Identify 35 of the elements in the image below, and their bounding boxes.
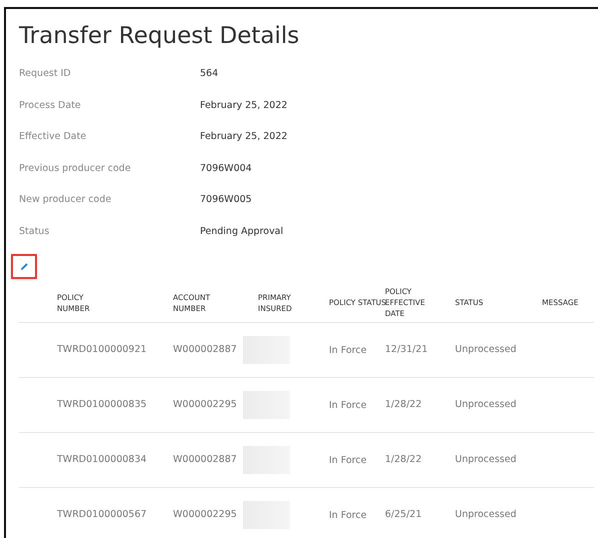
table-cell: W000002295	[173, 398, 237, 410]
detail-value: February 25, 2022	[200, 98, 288, 112]
table-cell-text: In Force	[329, 454, 368, 468]
table-cell-text: In Force	[329, 508, 368, 522]
table-cell: 1/28/22	[385, 398, 422, 410]
detail-value: 564	[200, 67, 218, 81]
detail-label: Request ID	[19, 67, 72, 81]
table-cell: Unprocessed	[455, 344, 516, 355]
page-title: Transfer Request Details	[19, 22, 300, 51]
pencil-icon	[20, 262, 28, 270]
table-cell-text: In Force	[329, 344, 368, 358]
detail-value: Pending Approval	[200, 224, 284, 238]
table-cell: TWRD0100000835	[57, 398, 147, 410]
table-cell: W000002295	[173, 508, 237, 520]
edit-button[interactable]	[11, 254, 37, 278]
table-cell: 6/25/21	[385, 508, 422, 520]
detail-value: 7096W004	[200, 162, 252, 176]
detail-label: New producer code	[19, 193, 112, 207]
detail-label: Effective Date	[19, 130, 88, 144]
table-cell: W000002887	[173, 454, 237, 465]
table-cell: TWRD0100000921	[57, 344, 147, 355]
table-cell: 1/28/22	[385, 454, 422, 465]
detail-label: Process Date	[19, 98, 82, 112]
table-cell: Unprocessed	[455, 508, 516, 520]
table-cell: Unprocessed	[455, 454, 516, 465]
table-cell: 12/31/21	[385, 344, 428, 355]
table-cell: TWRD0100000834	[57, 454, 147, 465]
detail-label: Status	[19, 224, 50, 238]
detail-value: February 25, 2022	[200, 130, 288, 144]
table-cell: Unprocessed	[455, 398, 516, 410]
table-cell: W000002887	[173, 344, 237, 355]
table-cell-text: In Force	[329, 398, 368, 412]
detail-label: Previous producer code	[19, 162, 132, 176]
detail-value: 7096W005	[200, 193, 252, 207]
table-cell: TWRD0100000567	[57, 508, 147, 520]
